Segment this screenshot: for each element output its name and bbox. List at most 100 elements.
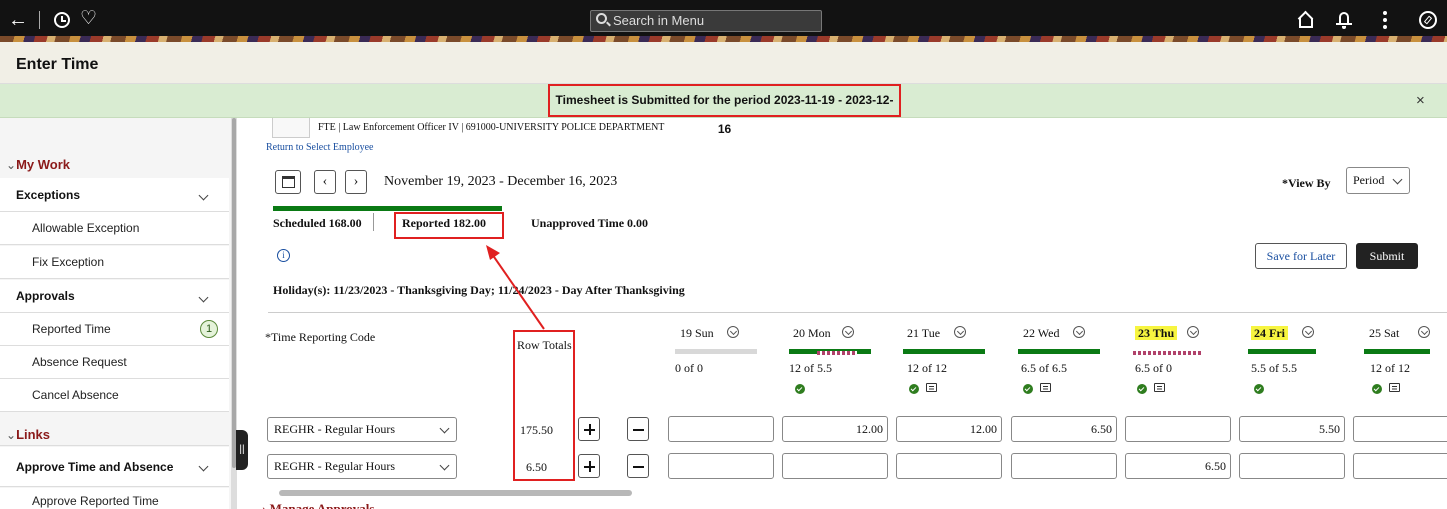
day-hours: 5.5 of 5.5 — [1251, 361, 1297, 375]
previous-period-button[interactable]: ‹ — [314, 170, 336, 194]
close-icon[interactable]: × — [1416, 92, 1425, 109]
trc-select[interactable]: REGHR - Regular Hours — [267, 454, 457, 479]
hours-input-sat[interactable] — [1353, 453, 1447, 479]
sidebar-group-label: Exceptions — [16, 188, 81, 202]
trc-select[interactable]: REGHR - Regular Hours — [267, 417, 457, 442]
add-row-button[interactable] — [578, 454, 600, 478]
chevron-down-icon[interactable] — [1302, 326, 1314, 338]
hours-input-fri[interactable] — [1239, 453, 1345, 479]
add-row-button[interactable] — [578, 417, 600, 441]
hours-input-thu[interactable] — [1125, 416, 1231, 442]
chevron-down-icon — [198, 461, 209, 472]
view-by-label: *View By — [1282, 176, 1331, 190]
chevron-down-icon[interactable] — [842, 326, 854, 338]
day-hours: 12 of 5.5 — [789, 361, 832, 375]
hours-input-tue[interactable] — [896, 453, 1002, 479]
chevron-down-icon[interactable] — [1418, 326, 1430, 338]
search-icon — [596, 13, 607, 24]
hours-input-fri[interactable]: 5.50 — [1239, 416, 1345, 442]
hours-input-mon[interactable]: 12.00 — [782, 416, 888, 442]
actions-menu-icon[interactable] — [1383, 11, 1387, 31]
sidebar-group-label: Approvals — [16, 289, 75, 303]
return-to-select-employee-link[interactable]: Return to Select Employee — [266, 142, 373, 153]
sidebar-item-approve-reported-time[interactable]: Approve Reported Time — [0, 488, 229, 509]
day-label: 22 Wed — [1023, 326, 1060, 340]
hours-input-mon[interactable] — [782, 453, 888, 479]
grid-horizontal-scrollbar[interactable] — [279, 490, 632, 496]
history-clock-icon[interactable] — [54, 12, 70, 28]
submit-button[interactable]: Submit — [1356, 243, 1418, 269]
day-label: 25 Sat — [1369, 326, 1400, 340]
manage-approvals-section[interactable]: › Manage Approvals — [262, 501, 374, 509]
chevron-down-icon[interactable] — [954, 326, 966, 338]
home-icon[interactable] — [1297, 10, 1314, 28]
day-hours: 6.5 of 0 — [1135, 361, 1172, 375]
day-label: 23 Thu — [1135, 326, 1178, 341]
chevron-down-icon[interactable] — [727, 326, 739, 338]
overage-marker — [1133, 351, 1203, 355]
submitted-message: Timesheet is Submitted for the period 20… — [548, 84, 901, 136]
collapse-sidebar-handle[interactable]: || — [236, 430, 248, 470]
chevron-down-icon[interactable] — [1073, 326, 1085, 338]
day-label: 24 Fri — [1251, 326, 1288, 341]
hours-input-sun[interactable] — [668, 453, 774, 479]
sidebar-item-cancel-absence[interactable]: Cancel Absence — [0, 379, 229, 412]
period-range: November 19, 2023 - December 16, 2023 — [384, 174, 618, 189]
sidebar-item-allowable-exception[interactable]: Allowable Exception — [0, 212, 229, 245]
comment-icon[interactable] — [1154, 383, 1165, 392]
save-for-later-button[interactable]: Save for Later — [1255, 243, 1347, 269]
chevron-down-icon — [439, 423, 450, 434]
comment-icon[interactable] — [1389, 383, 1400, 392]
navigator-compass-icon[interactable] — [1419, 11, 1437, 29]
sidebar-group-exceptions[interactable]: Exceptions — [0, 178, 229, 212]
day-progress-bar — [903, 349, 985, 354]
favorites-heart-icon[interactable]: ♡ — [80, 9, 97, 29]
divider — [39, 11, 40, 29]
hours-input-wed[interactable] — [1011, 453, 1117, 479]
chevron-down-icon[interactable] — [1187, 326, 1199, 338]
trc-column-header: *Time Reporting Code — [265, 330, 376, 344]
info-icon[interactable]: i — [277, 249, 290, 262]
sidebar-group-label: Approve Time and Absence — [16, 460, 174, 474]
divider — [373, 213, 374, 231]
annotation-box-row-totals — [513, 330, 575, 481]
back-arrow-icon[interactable]: ← — [8, 10, 28, 30]
sidebar-item-fix-exception[interactable]: Fix Exception — [0, 246, 229, 279]
notifications-bell-icon[interactable] — [1336, 10, 1352, 30]
count-badge: 1 — [200, 320, 218, 338]
search-input[interactable]: Search in Menu — [590, 10, 822, 32]
sidebar-group-approvals[interactable]: Approvals — [0, 280, 229, 313]
page-title: Enter Time — [16, 56, 99, 73]
hours-input-tue[interactable]: 12.00 — [896, 416, 1002, 442]
day-label: 19 Sun — [680, 326, 714, 340]
sidebar-group-approve-time-absence[interactable]: Approve Time and Absence — [0, 447, 229, 487]
page-header — [0, 42, 1447, 84]
calendar-button[interactable] — [275, 170, 301, 194]
check-icon — [909, 384, 919, 394]
hours-input-sat[interactable] — [1353, 416, 1447, 442]
chevron-down-icon — [198, 292, 209, 303]
sidebar-item-absence-request[interactable]: Absence Request — [0, 346, 229, 379]
view-by-select[interactable]: Period — [1346, 167, 1410, 194]
check-icon — [795, 384, 805, 394]
check-icon — [1372, 384, 1382, 394]
hours-input-wed[interactable]: 6.50 — [1011, 416, 1117, 442]
reported-progress-bar — [273, 206, 502, 211]
hours-input-sun[interactable] — [668, 416, 774, 442]
delete-row-button[interactable] — [627, 417, 649, 441]
day-hours: 12 of 12 — [907, 361, 947, 375]
day-label: 21 Tue — [907, 326, 941, 340]
next-period-button[interactable]: › — [345, 170, 367, 194]
day-hours: 0 of 0 — [675, 361, 703, 375]
comment-icon[interactable] — [926, 383, 937, 392]
check-icon — [1254, 384, 1264, 394]
hours-input-thu[interactable]: 6.50 — [1125, 453, 1231, 479]
delete-row-button[interactable] — [627, 454, 649, 478]
sidebar-item-reported-time[interactable]: Reported Time 1 — [0, 313, 229, 346]
chevron-down-icon — [439, 460, 450, 471]
sidebar-section-links[interactable]: ⌄Links — [6, 427, 50, 442]
comment-icon[interactable] — [1040, 383, 1051, 392]
sidebar-scrollbar-thumb[interactable] — [232, 118, 236, 468]
sidebar-section-my-work[interactable]: ⌄My Work — [6, 157, 70, 172]
unapproved-total: Unapproved Time 0.00 — [531, 216, 649, 230]
